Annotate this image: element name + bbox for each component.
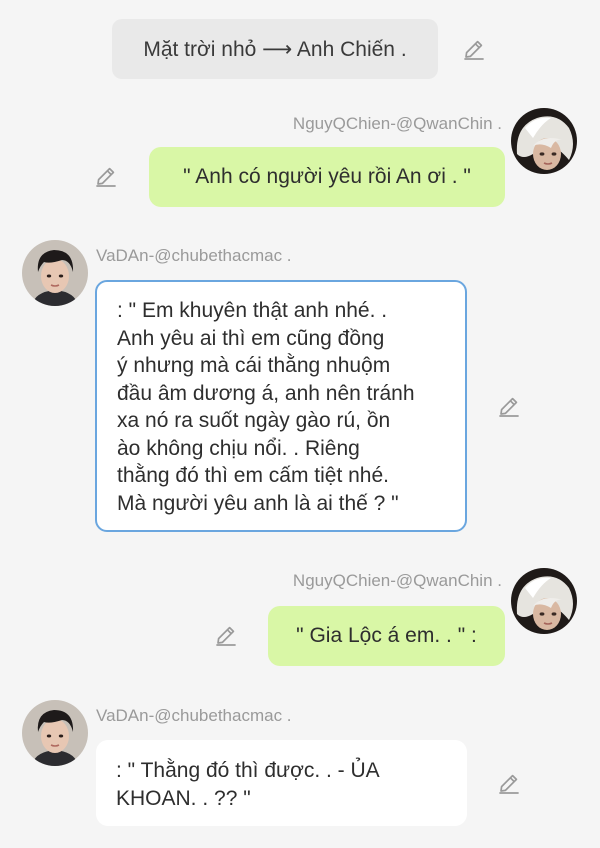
- message-line: Mà người yêu anh là ai thế ? ": [117, 491, 399, 515]
- message-line: đầu âm dương á, anh nên tránh: [117, 381, 415, 405]
- pencil-icon[interactable]: [497, 394, 521, 418]
- message-line: Anh yêu ai thì em cũng đồng: [117, 326, 385, 350]
- avatar[interactable]: [22, 700, 88, 766]
- sender-name: VaDAn-@chubethacmac .: [96, 246, 292, 265]
- message-text: " Gia Lộc á em. . " :: [296, 624, 477, 647]
- avatar[interactable]: [511, 108, 577, 174]
- avatar[interactable]: [22, 240, 88, 306]
- pencil-icon[interactable]: [94, 164, 118, 188]
- message-text: " Anh có người yêu rồi An ơi . ": [183, 165, 471, 188]
- message-bubble[interactable]: : " Thằng đó thì được. . - ỦA KHOAN. . ?…: [96, 740, 467, 826]
- system-message-text: Mặt trời nhỏ ⟶ Anh Chiến .: [143, 37, 407, 61]
- message-bubble[interactable]: " Anh có người yêu rồi An ơi . ": [149, 147, 505, 207]
- message-line: xa nó ra suốt ngày gào rú, ồn: [117, 409, 391, 432]
- pencil-icon[interactable]: [214, 623, 238, 647]
- message-line: ý nhưng mà cái thằng nhuộm: [117, 354, 391, 377]
- sender-name: VaDAn-@chubethacmac .: [96, 706, 292, 725]
- message-bubble[interactable]: " Gia Lộc á em. . " :: [268, 606, 505, 666]
- message-bubble[interactable]: : " Em khuyên thật anh nhé. . Anh yêu ai…: [95, 280, 467, 532]
- message-line: : " Em khuyên thật anh nhé. .: [117, 299, 388, 322]
- avatar[interactable]: [511, 568, 577, 634]
- system-message: Mặt trời nhỏ ⟶ Anh Chiến .: [112, 19, 438, 79]
- message-line: : " Thằng đó thì được. . - ỦA: [116, 759, 380, 782]
- sender-name: NguyQChien-@QwanChin .: [292, 114, 502, 133]
- pencil-icon[interactable]: [497, 771, 521, 795]
- message-line: KHOAN. . ?? ": [116, 786, 251, 810]
- message-line: thằng đó thì em cấm tiệt nhé.: [117, 464, 389, 487]
- pencil-icon[interactable]: [462, 37, 486, 61]
- message-line: ào không chịu nổi. . Riêng: [117, 436, 360, 460]
- sender-name: NguyQChien-@QwanChin .: [292, 571, 502, 590]
